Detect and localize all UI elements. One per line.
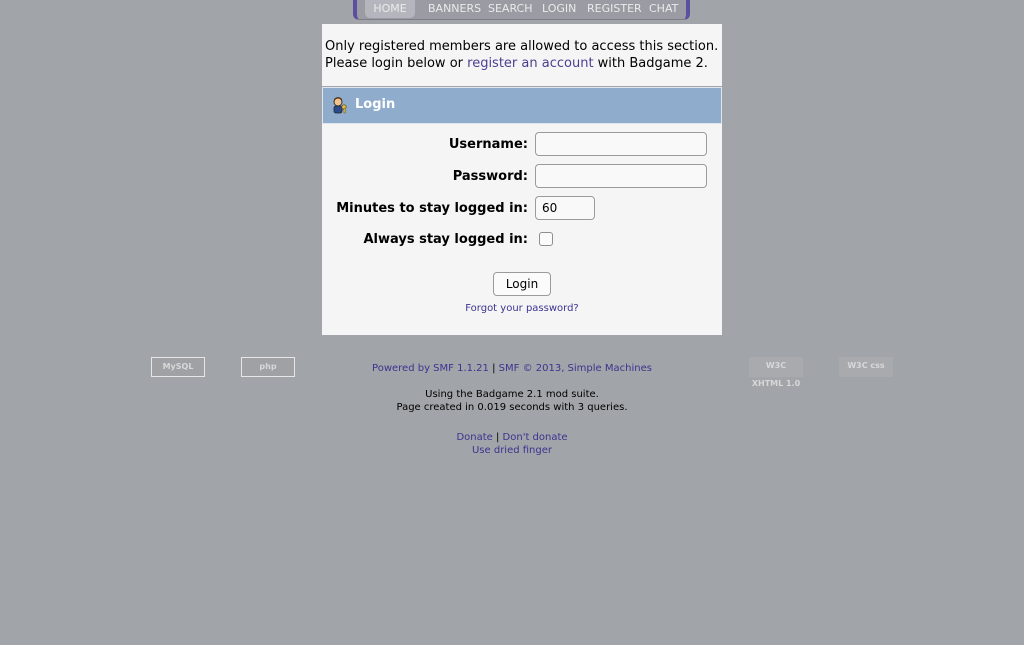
nav-register[interactable]: REGISTER — [587, 0, 642, 18]
footer-credits: Powered by SMF 1.1.21 | SMF © 2013, Simp… — [0, 363, 1024, 374]
access-notice: Only registered members are allowed to a… — [322, 24, 722, 86]
always-logged-in-label: Always stay logged in: — [363, 232, 528, 247]
minutes-label: Minutes to stay logged in: — [336, 201, 528, 216]
login-panel-title: Login — [355, 97, 396, 112]
login-button[interactable]: Login — [493, 272, 551, 296]
login-form: Username: Password: Minutes to stay logg… — [322, 124, 722, 335]
page-created-text: Page created in 0.019 seconds with 3 que… — [396, 402, 628, 413]
mod-suite-text: Using the Badgame 2.1 mod suite. — [425, 389, 599, 400]
nav-home[interactable]: HOME — [365, 0, 415, 18]
notice-line-2: Please login below or register an accoun… — [325, 55, 722, 72]
smf-copyright-link[interactable]: SMF © 2013, Simple Machines — [499, 363, 652, 374]
donate-links: Donate | Don't donate — [0, 432, 1024, 443]
nav-banners[interactable]: BANNERS — [428, 0, 481, 18]
nav-chat[interactable]: CHAT — [649, 0, 678, 18]
notice-line-1: Only registered members are allowed to a… — [325, 39, 719, 54]
top-navigation: HOME BANNERS SEARCH LOGIN REGISTER CHAT — [353, 0, 690, 20]
minutes-input[interactable] — [535, 196, 595, 220]
forgot-password-container: Forgot your password? — [322, 303, 722, 314]
login-panel-header: Login — [322, 87, 722, 124]
nav-login[interactable]: LOGIN — [542, 0, 576, 18]
notice-line-2-suffix: with Badgame 2. — [593, 56, 708, 71]
username-label: Username: — [448, 137, 528, 152]
always-logged-in-checkbox[interactable] — [539, 232, 553, 246]
donate-link[interactable]: Donate — [456, 432, 492, 443]
register-account-link[interactable]: register an account — [467, 56, 593, 71]
footer-separator: | — [492, 363, 496, 374]
dried-finger-container: Use dried finger — [0, 445, 1024, 456]
dried-finger-link[interactable]: Use dried finger — [472, 445, 552, 456]
forgot-password-link[interactable]: Forgot your password? — [465, 303, 578, 314]
dont-donate-link[interactable]: Don't donate — [503, 432, 568, 443]
password-input[interactable] — [535, 164, 707, 188]
notice-line-2-prefix: Please login below or — [325, 56, 468, 71]
donate-separator: | — [495, 432, 500, 443]
password-label: Password: — [452, 169, 528, 184]
powered-by-smf-link[interactable]: Powered by SMF 1.1.21 — [372, 363, 489, 374]
user-key-icon — [331, 96, 349, 114]
nav-search[interactable]: SEARCH — [488, 0, 533, 18]
username-input[interactable] — [535, 132, 707, 156]
